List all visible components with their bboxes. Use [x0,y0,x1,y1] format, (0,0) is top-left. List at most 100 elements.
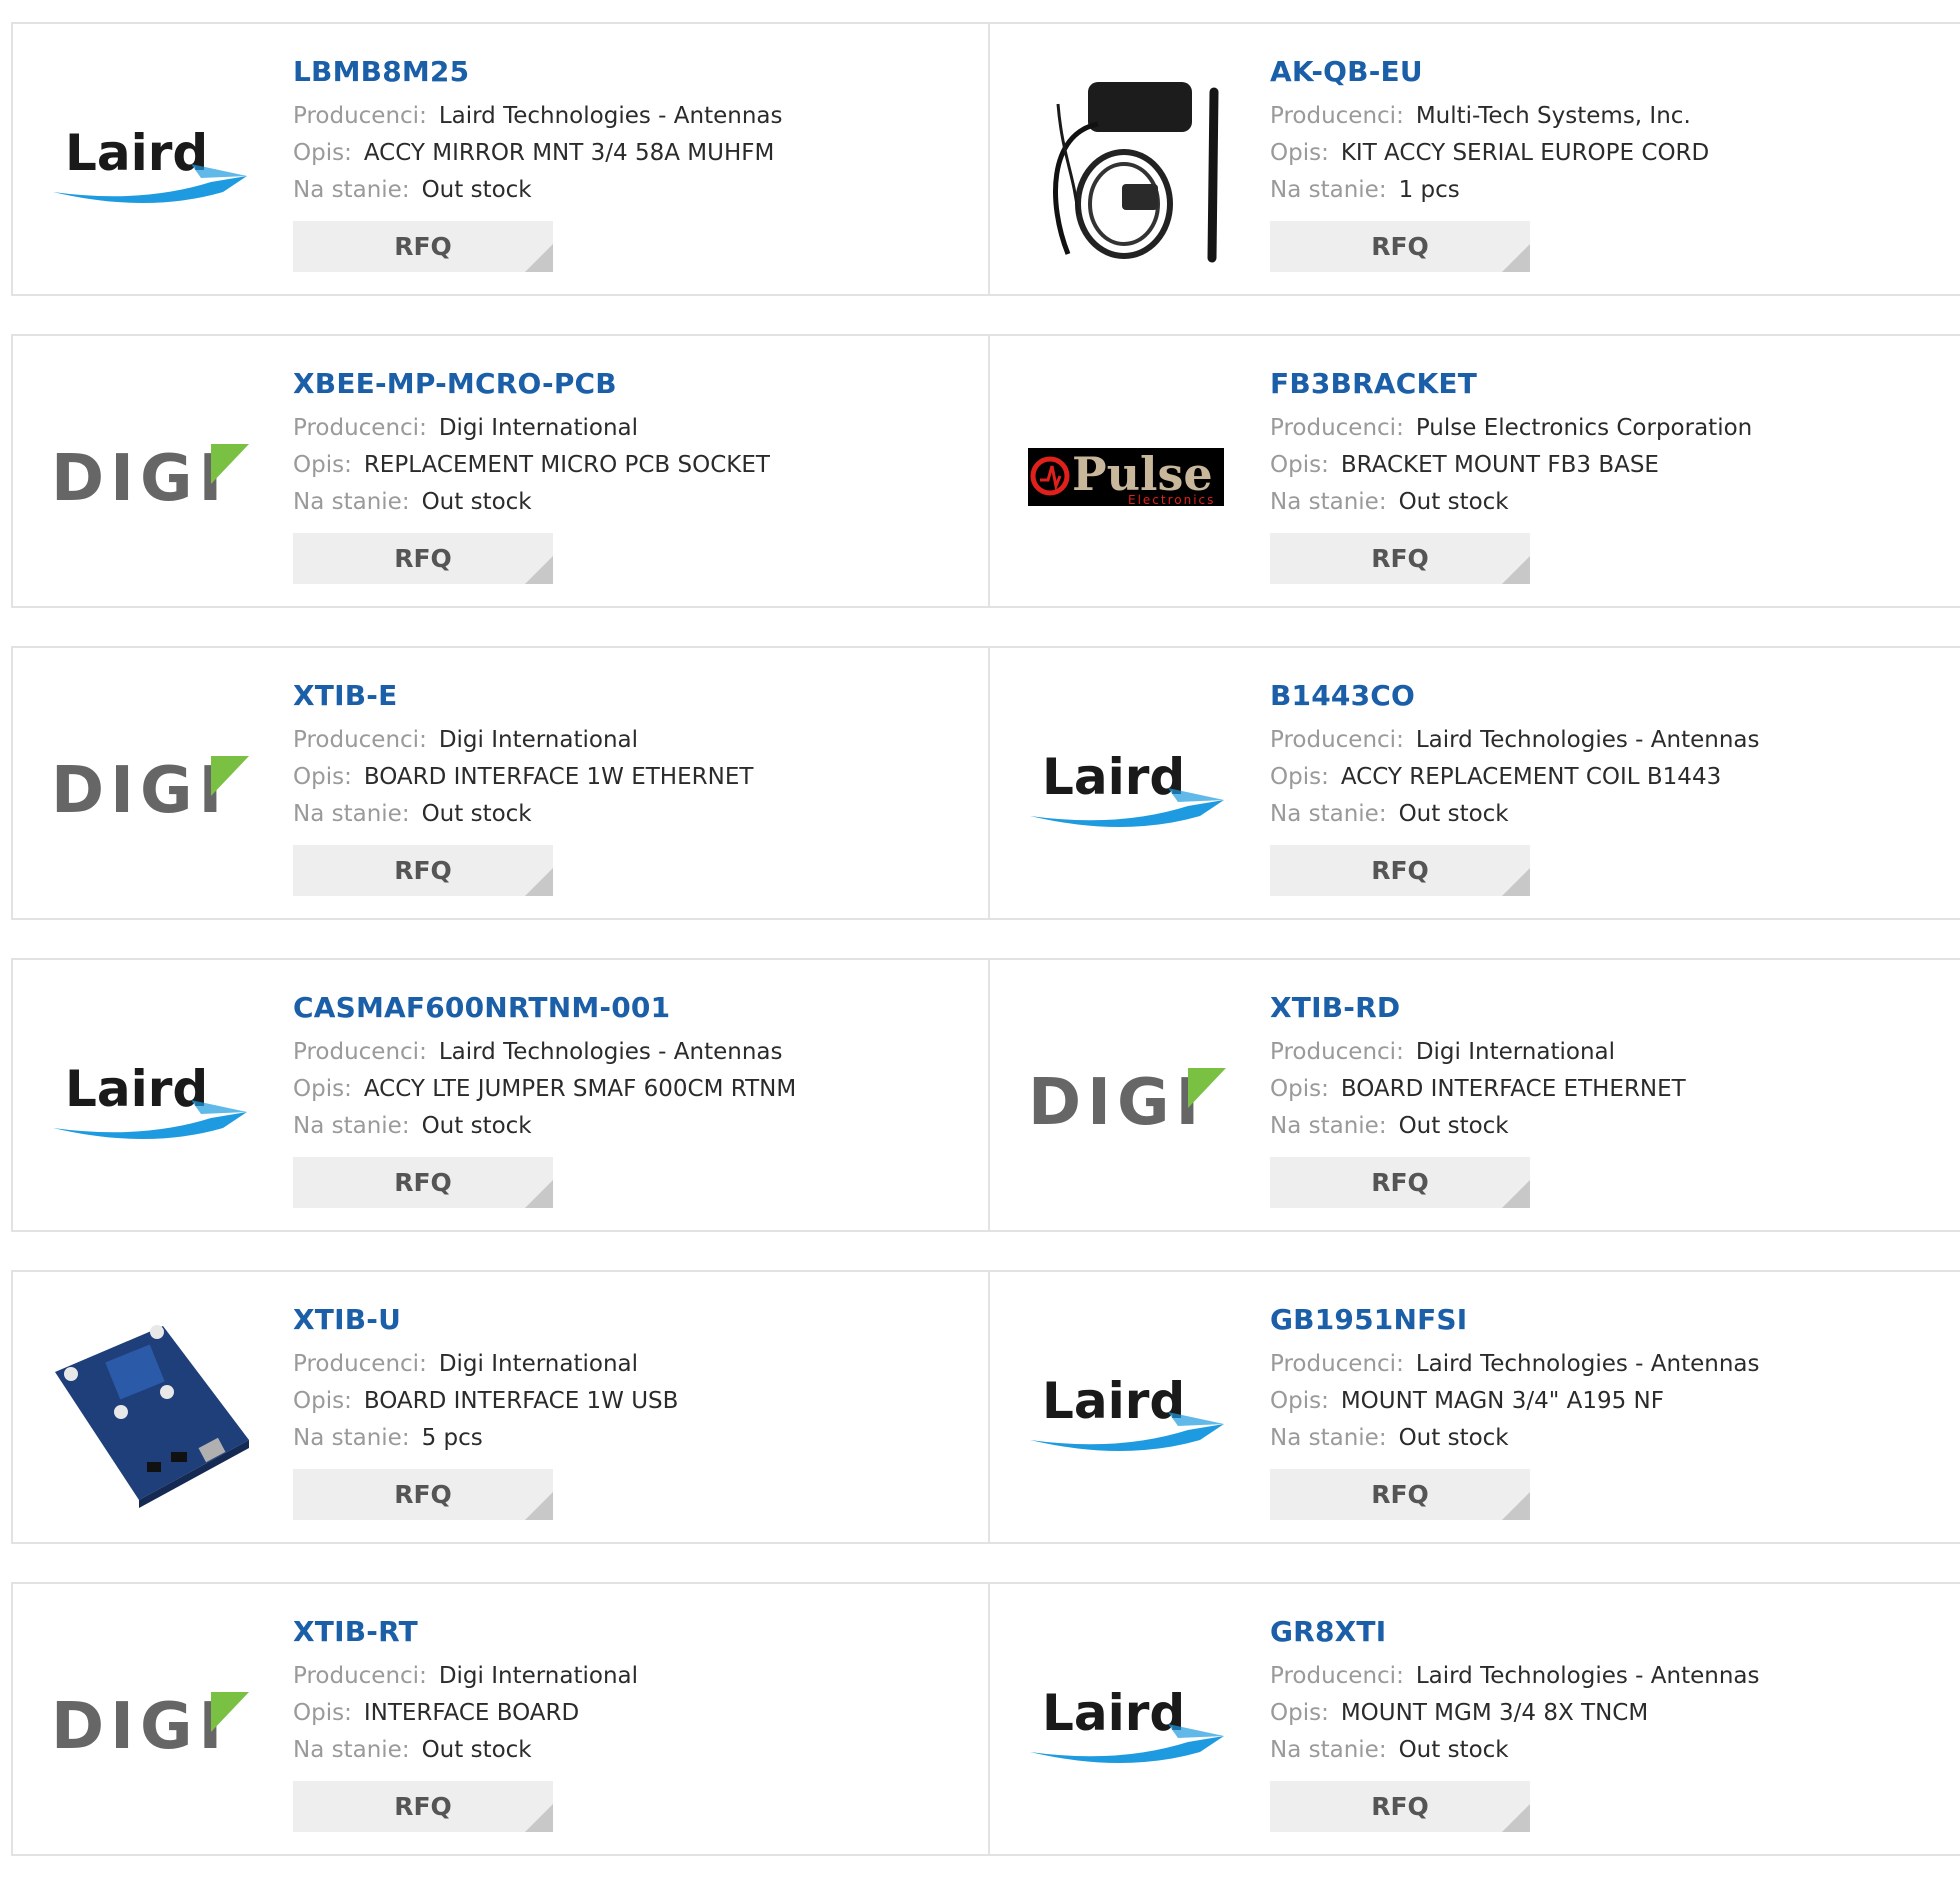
part-number-link[interactable]: B1443CO [1270,676,1950,716]
product-info: GR8XTI Producenci: Laird Technologies - A… [1270,1612,1950,1832]
manufacturer-label: Producenci: [1270,103,1404,129]
rfq-button[interactable]: RFQ [293,1781,553,1832]
stock-label: Na stanie: [293,177,410,203]
description-row: Opis: ACCY LTE JUMPER SMAF 600CM RTNM [293,1071,978,1108]
stock-row: Na stanie: Out stock [293,1108,978,1145]
part-number-link[interactable]: AK-QB-EU [1270,52,1950,92]
part-number-link[interactable]: LBMB8M25 [293,52,978,92]
description-value: MOUNT MGM 3/4 8X TNCM [1340,1700,1649,1726]
manufacturer-row: Producenci: Digi International [293,410,978,447]
rfq-button[interactable]: RFQ [1270,845,1530,896]
stock-label: Na stanie: [293,1425,410,1451]
description-label: Opis: [1270,1388,1329,1414]
part-number-link[interactable]: XTIB-RT [293,1612,978,1652]
description-row: Opis: BOARD INTERFACE 1W USB [293,1383,978,1420]
product-image[interactable]: Laird [1028,1312,1228,1512]
product-image[interactable] [1028,64,1228,264]
description-label: Opis: [293,140,352,166]
digi-logo: DIGI [51,1690,249,1764]
manufacturer-value: Laird Technologies - Antennas [438,1039,783,1065]
description-row: Opis: ACCY MIRROR MNT 3/4 58A MUHFM [293,135,978,172]
description-row: Opis: BOARD INTERFACE 1W ETHERNET [293,759,978,796]
manufacturer-label: Producenci: [1270,1663,1404,1689]
product-image[interactable]: Laird [1028,1624,1228,1824]
manufacturer-row: Producenci: Digi International [1270,1034,1950,1071]
description-row: Opis: MOUNT MGM 3/4 8X TNCM [1270,1695,1950,1732]
stock-label: Na stanie: [1270,1737,1387,1763]
manufacturer-label: Producenci: [293,727,427,753]
description-value: ACCY REPLACEMENT COIL B1443 [1340,764,1722,790]
product-row: Laird LBMB8M25 Producenci: Laird Technolo… [11,22,1960,296]
product-info: B1443CO Producenci: Laird Technologies - … [1270,676,1950,896]
part-number-link[interactable]: CASMAF600NRTNM-001 [293,988,978,1028]
stock-value: 5 pcs [421,1425,483,1451]
digi-logo: DIGI [51,754,249,828]
product-image[interactable]: DIGI [51,1624,251,1824]
rfq-button[interactable]: RFQ [293,221,553,272]
digi-logo: DIGI [51,442,249,516]
part-number-link[interactable]: XBEE-MP-MCRO-PCB [293,364,978,404]
rfq-button[interactable]: RFQ [1270,1157,1530,1208]
part-number-link[interactable]: GB1951NFSI [1270,1300,1950,1340]
description-label: Opis: [293,452,352,478]
stock-value: Out stock [1398,489,1509,515]
part-number-link[interactable]: GR8XTI [1270,1612,1950,1652]
product-image[interactable] [51,1312,251,1512]
description-label: Opis: [293,1700,352,1726]
description-value: REPLACEMENT MICRO PCB SOCKET [363,452,770,478]
laird-logo: Laird [53,124,247,203]
product-info: AK-QB-EU Producenci: Multi-Tech Systems, … [1270,52,1950,272]
rfq-button[interactable]: RFQ [1270,533,1530,584]
rfq-button[interactable]: RFQ [293,1157,553,1208]
description-row: Opis: BRACKET MOUNT FB3 BASE [1270,447,1950,484]
part-number-link[interactable]: XTIB-E [293,676,978,716]
product-info: FB3BRACKET Producenci: Pulse Electronics … [1270,364,1950,584]
stock-row: Na stanie: Out stock [293,484,978,521]
rfq-button[interactable]: RFQ [293,1469,553,1520]
rfq-button[interactable]: RFQ [1270,1469,1530,1520]
product-info: XTIB-U Producenci: Digi International Opi… [293,1300,978,1520]
product-image[interactable]: DIGI [51,688,251,888]
part-number-link[interactable]: FB3BRACKET [1270,364,1950,404]
product-info: XBEE-MP-MCRO-PCB Producenci: Digi Interna… [293,364,978,584]
manufacturer-value: Laird Technologies - Antennas [1415,727,1760,753]
rfq-button[interactable]: RFQ [1270,221,1530,272]
manufacturer-label: Producenci: [293,1351,427,1377]
stock-label: Na stanie: [293,1737,410,1763]
manufacturer-value: Laird Technologies - Antennas [438,103,783,129]
description-row: Opis: MOUNT MAGN 3/4" A195 NF [1270,1383,1950,1420]
manufacturer-label: Producenci: [1270,1351,1404,1377]
rfq-button[interactable]: RFQ [293,845,553,896]
product-card: XTIB-U Producenci: Digi International Opi… [11,1272,990,1542]
stock-label: Na stanie: [293,801,410,827]
product-image[interactable]: DIGI [1028,1000,1228,1200]
manufacturer-row: Producenci: Multi-Tech Systems, Inc. [1270,98,1950,135]
manufacturer-label: Producenci: [1270,415,1404,441]
manufacturer-row: Producenci: Laird Technologies - Antennas [1270,722,1950,759]
part-number-link[interactable]: XTIB-RD [1270,988,1950,1028]
part-number-link[interactable]: XTIB-U [293,1300,978,1340]
product-image[interactable]: Laird [1028,688,1228,888]
stock-value: Out stock [1398,1737,1509,1763]
description-value: BOARD INTERFACE ETHERNET [1340,1076,1686,1102]
product-card: Pulse Electronics FB3BRACKET Producenci: P… [990,336,1960,606]
rfq-button[interactable]: RFQ [1270,1781,1530,1832]
product-row: DIGI XBEE-MP-MCRO-PCB Producenci: Digi In… [11,334,1960,608]
stock-value: Out stock [421,489,532,515]
product-image[interactable]: Laird [51,64,251,264]
svg-text:Laird: Laird [1042,748,1185,806]
description-label: Opis: [293,1388,352,1414]
stock-label: Na stanie: [1270,801,1387,827]
description-value: ACCY LTE JUMPER SMAF 600CM RTNM [363,1076,797,1102]
svg-text:DIGI: DIGI [51,1690,228,1764]
product-row: DIGI XTIB-RT Producenci: Digi Internation… [11,1582,1960,1856]
product-image[interactable]: Laird [51,1000,251,1200]
description-value: INTERFACE BOARD [363,1700,580,1726]
stock-label: Na stanie: [293,1113,410,1139]
stock-label: Na stanie: [1270,1425,1387,1451]
rfq-button[interactable]: RFQ [293,533,553,584]
stock-row: Na stanie: Out stock [1270,1732,1950,1769]
product-image[interactable]: DIGI [51,376,251,576]
cable-kit-photo [1053,82,1219,263]
product-image[interactable]: Pulse Electronics [1028,376,1228,576]
